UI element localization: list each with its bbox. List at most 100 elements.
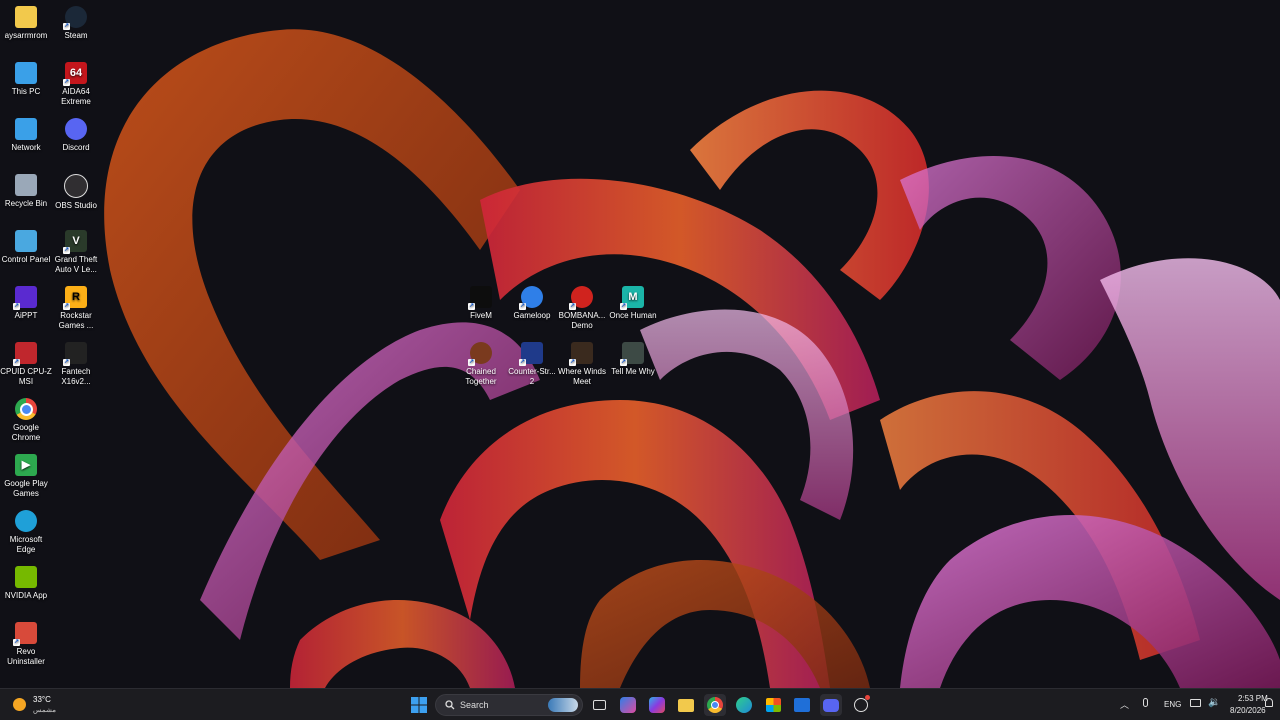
desktop-icon-label: Network: [11, 143, 41, 152]
tell-me-why-icon: ↗: [620, 342, 644, 366]
desktop-icon-network[interactable]: Network: [0, 118, 52, 153]
search-placeholder: Search: [460, 700, 489, 710]
desktop-icon-label: Microsoft Edge: [9, 535, 43, 554]
show-hidden-icons-chevron-icon[interactable]: ︿: [1120, 698, 1129, 711]
control-panel-icon: [15, 230, 37, 252]
edge-icon: [15, 510, 37, 532]
bombana-icon: ↗: [569, 286, 593, 310]
desktop-icon-once-human[interactable]: M ↗ Once Human: [607, 286, 659, 321]
desktop-icon-this-pc[interactable]: This PC: [0, 62, 52, 97]
desktop-icon-google-play-games[interactable]: ▶ Google Play Games: [0, 454, 52, 499]
desktop-icon-label: Revo Uninstaller: [7, 647, 45, 666]
obs-icon: [854, 698, 868, 712]
chrome-icon: [15, 398, 37, 420]
notification-bell-icon[interactable]: [1265, 698, 1273, 707]
desktop-icon-rockstar-games[interactable]: R ↗ Rockstar Games ...: [50, 286, 102, 331]
desktop-icon-label: Chained Together: [465, 367, 497, 386]
desktop-icon-label: Discord: [62, 143, 90, 152]
counter-strike-icon: ↗: [519, 342, 543, 366]
copilot-icon: [620, 697, 636, 713]
desktop-icon-revo-uninstaller[interactable]: ↗ Revo Uninstaller: [0, 622, 52, 667]
desktop-icon-label: OBS Studio: [55, 201, 97, 210]
taskbar-search-box[interactable]: Search: [435, 694, 583, 716]
desktop-icon-label: Rockstar Games ...: [58, 311, 94, 330]
desktop-icon-label: AiPPT: [14, 311, 38, 320]
where-winds-meet-icon: ↗: [569, 342, 593, 366]
desktop-icon-aida64[interactable]: 64 ↗ AIDA64 Extreme: [50, 62, 102, 107]
m365-button[interactable]: [646, 694, 668, 716]
desktop-icon-aysarrmrom[interactable]: aysarrmrom: [0, 6, 52, 41]
store-taskbar-button[interactable]: [762, 694, 784, 716]
desktop-icon-label: BOMBANA... Demo: [558, 311, 606, 330]
desktop-icon-label: Tell Me Why: [611, 367, 655, 376]
play-games-icon: ▶: [15, 454, 37, 476]
desktop-icon-gameloop[interactable]: ↗ Gameloop: [506, 286, 558, 321]
copilot-button[interactable]: [617, 694, 639, 716]
once-human-icon: M ↗: [620, 286, 644, 310]
outlook-taskbar-button[interactable]: [791, 694, 813, 716]
volume-icon[interactable]: 🔉: [1208, 697, 1220, 708]
outlook-icon: [794, 698, 810, 712]
desktop-icon-nvidia-app[interactable]: NVIDIA App: [0, 566, 52, 601]
search-highlight-icon: [548, 698, 578, 712]
desktop-icon-label: Google Play Games: [4, 479, 48, 498]
task-view-button[interactable]: [588, 694, 610, 716]
desktop-icon-steam[interactable]: ↗ Steam: [50, 6, 102, 41]
rockstar-icon: R ↗: [63, 286, 87, 310]
desktop-icon-cpuz[interactable]: ↗ CPUID CPU-Z MSI: [0, 342, 52, 387]
discord-taskbar-button[interactable]: [820, 694, 842, 716]
desktop-icon-bombana-demo[interactable]: ↗ BOMBANA... Demo: [556, 286, 608, 331]
desktop-icon-aippt[interactable]: ↗ AiPPT: [0, 286, 52, 321]
desktop-icon-tell-me-why[interactable]: ↗ Tell Me Why: [607, 342, 659, 377]
desktop-icon-label: FiveM: [470, 311, 492, 320]
monitor-icon: [15, 62, 37, 84]
desktop-icon-label: CPUID CPU-Z MSI: [0, 367, 52, 386]
desktop-icon-fantech[interactable]: ↗ Fantech X16v2...: [50, 342, 102, 387]
obs-taskbar-button[interactable]: [850, 694, 872, 716]
edge-taskbar-button[interactable]: [733, 694, 755, 716]
microphone-icon[interactable]: [1143, 698, 1148, 707]
desktop-icon-discord[interactable]: Discord: [50, 118, 102, 153]
desktop-icon-label: AIDA64 Extreme: [61, 87, 91, 106]
desktop-icon-counter-strike-2[interactable]: ↗ Counter-Str... 2: [506, 342, 558, 387]
desktop-icon-label: Google Chrome: [11, 423, 41, 442]
clock-time[interactable]: 2:53 PM: [1238, 694, 1268, 703]
desktop-icon-where-winds-meet[interactable]: ↗ Where Winds Meet: [556, 342, 608, 387]
chrome-icon: [707, 697, 723, 713]
desktop-icon-fivem[interactable]: ↗ FiveM: [455, 286, 507, 321]
task-view-icon: [592, 700, 606, 710]
revo-icon: ↗: [13, 622, 37, 646]
clock-date[interactable]: 8/20/2026: [1230, 706, 1266, 715]
desktop-icon-recycle-bin[interactable]: Recycle Bin: [0, 174, 52, 209]
obs-icon: [64, 174, 88, 198]
gameloop-icon: ↗: [519, 286, 543, 310]
desktop-icon-google-chrome[interactable]: Google Chrome: [0, 398, 52, 443]
desktop-icon-chained-together[interactable]: ↗ Chained Together: [455, 342, 507, 387]
cpuz-icon: ↗: [13, 342, 37, 366]
search-icon: [445, 700, 455, 710]
edge-icon: [736, 697, 752, 713]
fantech-icon: ↗: [63, 342, 87, 366]
desktop-icon-microsoft-edge[interactable]: Microsoft Edge: [0, 510, 52, 555]
chrome-taskbar-button[interactable]: [704, 694, 726, 716]
weather-temperature: 33°C: [33, 695, 51, 704]
desktop-icon-obs-studio[interactable]: OBS Studio: [50, 174, 102, 211]
desktop-icon-label: Once Human: [609, 311, 657, 320]
weather-widget[interactable]: 33°C مشمس: [10, 693, 80, 717]
file-explorer-button[interactable]: [675, 694, 697, 716]
desktop-icon-gta-v[interactable]: V ↗ Grand Theft Auto V Le...: [50, 230, 102, 275]
steam-icon: ↗: [63, 6, 87, 30]
discord-icon: [65, 118, 87, 140]
m365-icon: [649, 697, 665, 713]
sun-icon: [13, 698, 26, 711]
desktop-icon-label: This PC: [11, 87, 41, 96]
desktop-icon-label: Control Panel: [1, 255, 51, 264]
nvidia-icon: [15, 566, 37, 588]
input-language[interactable]: ENG: [1164, 700, 1181, 709]
desktop-icon-control-panel[interactable]: Control Panel: [0, 230, 52, 265]
start-button[interactable]: [408, 694, 430, 716]
network-icon[interactable]: [1190, 699, 1201, 707]
file-explorer-icon: [678, 698, 694, 712]
aida64-icon: 64 ↗: [63, 62, 87, 86]
folder-icon: [15, 6, 37, 28]
